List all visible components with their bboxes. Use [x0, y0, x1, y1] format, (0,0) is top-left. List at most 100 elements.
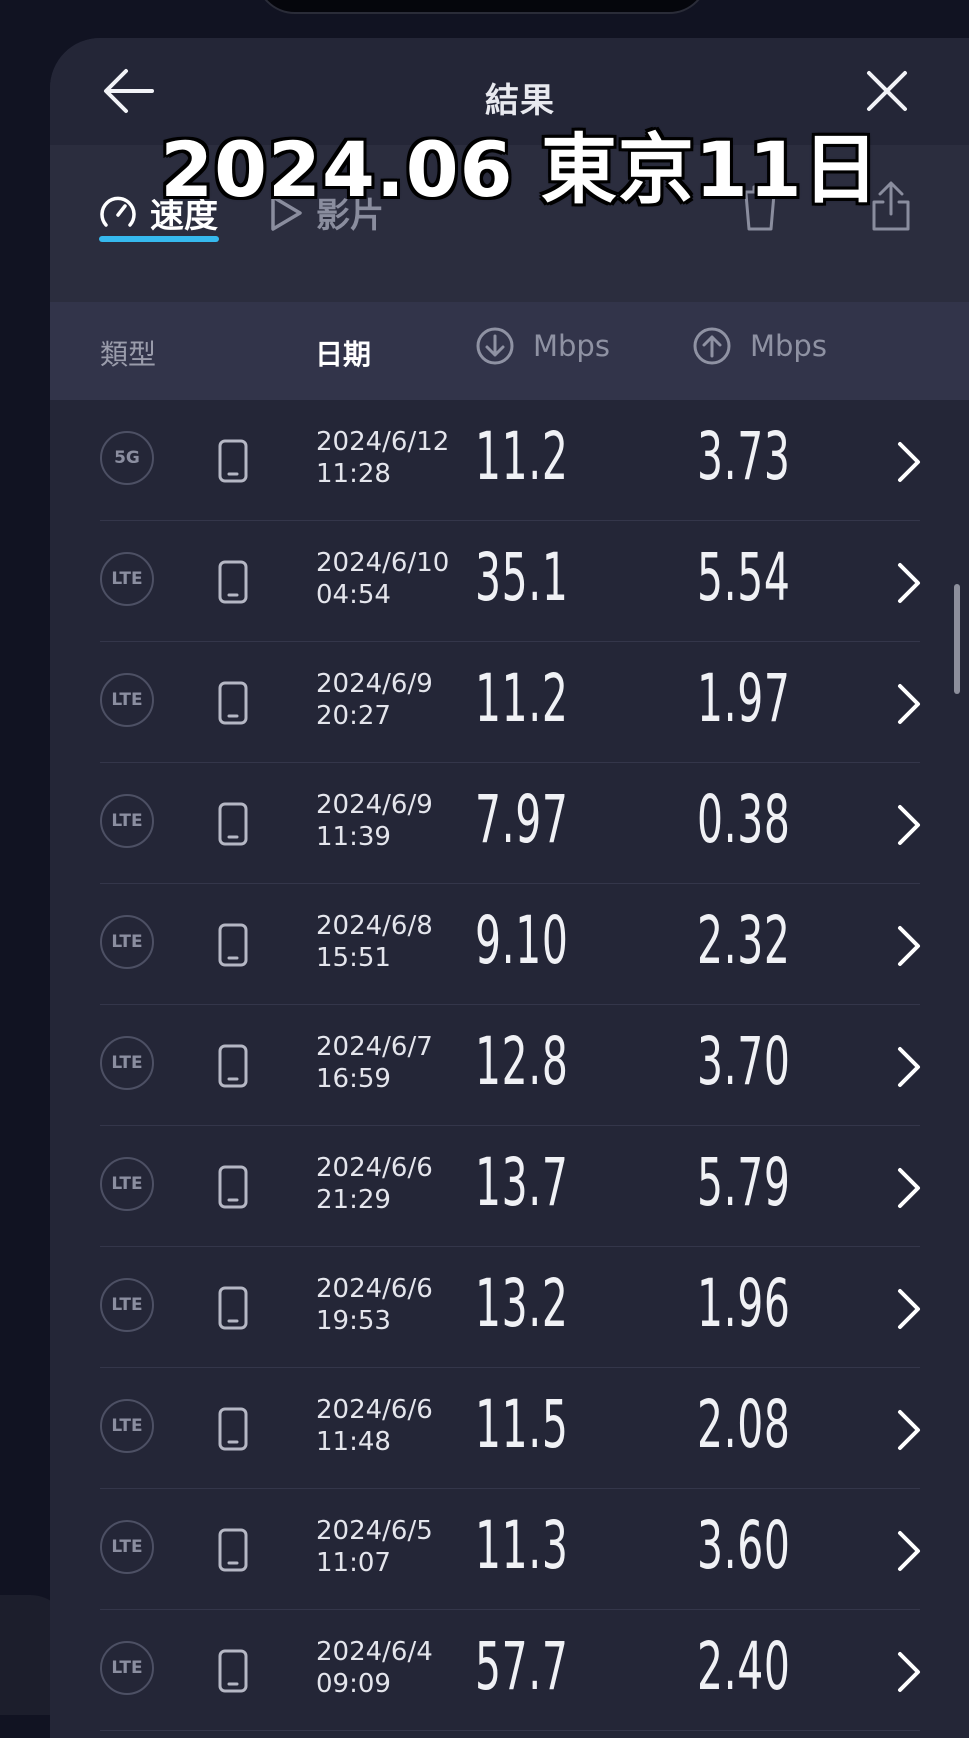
- result-datetime: 2024/6/8 15:51: [316, 910, 433, 974]
- result-time: 19:53: [316, 1306, 391, 1336]
- download-unit: Mbps: [533, 329, 610, 363]
- result-time: 04:54: [316, 580, 391, 610]
- result-time: 11:48: [316, 1427, 391, 1457]
- chevron-right-icon[interactable]: [896, 1287, 922, 1331]
- active-tab-indicator: [99, 236, 219, 242]
- column-upload[interactable]: Mbps: [692, 326, 827, 366]
- network-badge: LTE: [100, 1641, 154, 1695]
- chevron-right-icon[interactable]: [896, 1045, 922, 1089]
- scrollbar[interactable]: [954, 584, 960, 694]
- download-speed: 11.3: [475, 1507, 569, 1584]
- result-datetime: 2024/6/9 11:39: [316, 789, 433, 853]
- result-time: 11:39: [316, 822, 391, 852]
- result-row[interactable]: LTE 2024/6/7 16:59 12.8 3.70: [50, 1005, 969, 1126]
- result-row[interactable]: LTE 2024/6/8 15:51 9.10 2.32: [50, 884, 969, 1005]
- network-badge: LTE: [100, 1520, 154, 1574]
- phone-icon: [218, 1528, 248, 1572]
- download-speed: 13.7: [475, 1144, 569, 1221]
- chevron-right-icon[interactable]: [896, 1650, 922, 1694]
- network-badge: LTE: [100, 915, 154, 969]
- result-datetime: 2024/6/7 16:59: [316, 1031, 433, 1095]
- column-type[interactable]: 類型: [100, 333, 156, 373]
- upload-arrow-icon: [693, 327, 731, 365]
- upload-speed: 2.08: [697, 1386, 791, 1463]
- download-speed: 9.10: [475, 902, 569, 979]
- download-speed: 12.8: [475, 1023, 569, 1100]
- result-date: 2024/6/8: [316, 911, 433, 941]
- download-speed: 11.2: [475, 418, 569, 495]
- phone-icon: [218, 1044, 248, 1088]
- chevron-right-icon[interactable]: [896, 682, 922, 726]
- result-date: 2024/6/6: [316, 1274, 433, 1304]
- phone-icon: [218, 1407, 248, 1451]
- result-datetime: 2024/6/12 11:28: [316, 426, 449, 490]
- result-row[interactable]: LTE 2024/6/6 21:29 13.7 5.79: [50, 1126, 969, 1247]
- column-date[interactable]: 日期: [315, 333, 371, 373]
- result-row[interactable]: LTE 2024/6/4 09:09 57.7 2.40: [50, 1610, 969, 1731]
- phone-icon: [218, 1649, 248, 1693]
- result-datetime: 2024/6/10 04:54: [316, 547, 449, 611]
- download-speed: 57.7: [475, 1628, 569, 1705]
- upload-speed: 1.97: [697, 660, 791, 737]
- result-date: 2024/6/10: [316, 548, 450, 578]
- chevron-right-icon[interactable]: [896, 1529, 922, 1573]
- upload-speed: 5.79: [697, 1144, 791, 1221]
- result-row[interactable]: LTE 2024/6/10 04:54 35.1 5.54: [50, 521, 969, 642]
- upload-speed: 3.73: [697, 418, 791, 495]
- close-icon[interactable]: [866, 70, 908, 112]
- result-row[interactable]: LTE 2024/6/6 11:48 11.5 2.08: [50, 1368, 969, 1489]
- result-row[interactable]: LTE 2024/6/6 19:53 13.2 1.96: [50, 1247, 969, 1368]
- result-date: 2024/6/9: [316, 669, 433, 699]
- phone-icon: [218, 560, 248, 604]
- network-badge: LTE: [100, 552, 154, 606]
- result-datetime: 2024/6/5 11:07: [316, 1515, 433, 1579]
- upload-speed: 1.96: [697, 1265, 791, 1342]
- network-badge: LTE: [100, 673, 154, 727]
- network-badge: 5G: [100, 431, 154, 485]
- result-datetime: 2024/6/9 20:27: [316, 668, 433, 732]
- chevron-right-icon[interactable]: [896, 1166, 922, 1210]
- device-notch: [255, 0, 709, 14]
- download-speed: 35.1: [475, 539, 569, 616]
- result-date: 2024/6/6: [316, 1153, 433, 1183]
- network-badge: LTE: [100, 1278, 154, 1332]
- result-row[interactable]: LTE 2024/6/9 20:27 11.2 1.97: [50, 642, 969, 763]
- results-list: 5G 2024/6/12 11:28 11.2 3.73 LTE 2024/6/1…: [50, 400, 969, 1731]
- result-time: 15:51: [316, 943, 391, 973]
- upload-speed: 2.32: [697, 902, 791, 979]
- chevron-right-icon[interactable]: [896, 1408, 922, 1452]
- result-time: 16:59: [316, 1064, 391, 1094]
- download-arrow-icon: [476, 327, 514, 365]
- row-divider: [100, 1730, 920, 1731]
- upload-unit: Mbps: [750, 329, 827, 363]
- chevron-right-icon[interactable]: [896, 440, 922, 484]
- upload-speed: 2.40: [697, 1628, 791, 1705]
- download-speed: 13.2: [475, 1265, 569, 1342]
- result-row[interactable]: 5G 2024/6/12 11:28 11.2 3.73: [50, 400, 969, 521]
- network-badge: LTE: [100, 794, 154, 848]
- chevron-right-icon[interactable]: [896, 803, 922, 847]
- network-badge: LTE: [100, 1399, 154, 1453]
- result-row[interactable]: LTE 2024/6/5 11:07 11.3 3.60: [50, 1489, 969, 1610]
- upload-speed: 5.54: [697, 539, 791, 616]
- upload-speed: 3.60: [697, 1507, 791, 1584]
- result-row[interactable]: LTE 2024/6/9 11:39 7.97 0.38: [50, 763, 969, 884]
- result-time: 21:29: [316, 1185, 391, 1215]
- result-time: 20:27: [316, 701, 391, 731]
- phone-icon: [218, 923, 248, 967]
- upload-speed: 0.38: [697, 781, 791, 858]
- chevron-right-icon[interactable]: [896, 561, 922, 605]
- result-datetime: 2024/6/6 11:48: [316, 1394, 433, 1458]
- network-badge: LTE: [100, 1157, 154, 1211]
- download-speed: 11.2: [475, 660, 569, 737]
- chevron-right-icon[interactable]: [896, 924, 922, 968]
- result-date: 2024/6/6: [316, 1395, 433, 1425]
- results-panel: 結果 速度 影片 類型 日期 Mbps Mbps 5G 2024/6/12 11…: [50, 38, 969, 1738]
- result-time: 09:09: [316, 1669, 391, 1699]
- result-date: 2024/6/7: [316, 1032, 433, 1062]
- result-date: 2024/6/9: [316, 790, 433, 820]
- result-datetime: 2024/6/6 21:29: [316, 1152, 433, 1216]
- phone-icon: [218, 1286, 248, 1330]
- column-download[interactable]: Mbps: [475, 326, 610, 366]
- result-date: 2024/6/5: [316, 1516, 433, 1546]
